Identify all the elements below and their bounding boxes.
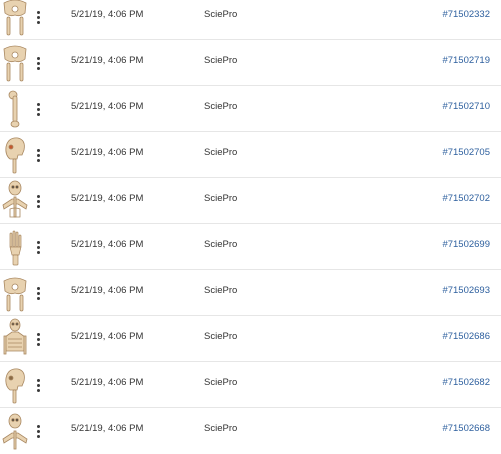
more-options-button[interactable] [32,236,44,258]
timestamp: 5/21/19, 4:06 PM [71,147,144,158]
item-id-link[interactable]: #71502686 [442,331,490,342]
list-item[interactable]: 5/21/19, 4:06 PM SciePro #71502710 [0,86,501,132]
skull-side-icon[interactable] [0,133,30,176]
list-item[interactable]: 5/21/19, 4:06 PM SciePro #71502705 [0,132,501,178]
femur-icon[interactable] [0,87,30,130]
more-options-button[interactable] [32,328,44,350]
more-options-button[interactable] [32,144,44,166]
list-item[interactable]: 5/21/19, 4:06 PM SciePro #71502693 [0,270,501,316]
item-id-link[interactable]: #71502705 [442,147,490,158]
hand-bones-icon[interactable] [0,225,30,268]
item-id-link[interactable]: #71502668 [442,423,490,434]
source-name: SciePro [204,147,238,158]
item-id-link[interactable]: #71502710 [442,101,490,112]
source-name: SciePro [204,423,238,434]
item-id-link[interactable]: #71502719 [442,55,490,66]
source-name: SciePro [204,331,238,342]
item-id-link[interactable]: #71502693 [442,285,490,296]
more-options-button[interactable] [32,52,44,74]
timestamp: 5/21/19, 4:06 PM [71,285,144,296]
item-id-link[interactable]: #71502699 [442,239,490,250]
list-item[interactable]: 5/21/19, 4:06 PM SciePro #71502702 [0,178,501,224]
skeleton-torso-icon[interactable] [0,179,30,222]
timestamp: 5/21/19, 4:06 PM [71,101,144,112]
timestamp: 5/21/19, 4:06 PM [71,239,144,250]
skull-side-icon[interactable] [0,363,30,406]
source-name: SciePro [204,193,238,204]
item-id-link[interactable]: #71502682 [442,377,490,388]
more-options-button[interactable] [32,282,44,304]
pelvis-icon[interactable] [0,41,30,84]
list-item[interactable]: 5/21/19, 4:06 PM SciePro #71502668 [0,408,501,454]
more-options-button[interactable] [32,374,44,396]
timestamp: 5/21/19, 4:06 PM [71,9,144,20]
list-item[interactable]: 5/21/19, 4:06 PM SciePro #71502686 [0,316,501,362]
source-name: SciePro [204,377,238,388]
item-id-link[interactable]: #71502702 [442,193,490,204]
source-name: SciePro [204,9,238,20]
more-options-button[interactable] [32,190,44,212]
source-name: SciePro [204,285,238,296]
pelvis-icon[interactable] [0,271,30,314]
list-item[interactable]: 5/21/19, 4:06 PM SciePro #71502699 [0,224,501,270]
more-options-button[interactable] [32,420,44,442]
results-list: 5/21/19, 4:06 PM SciePro #71502332 5/21/… [0,0,501,450]
list-item[interactable]: 5/21/19, 4:06 PM SciePro #71502719 [0,40,501,86]
timestamp: 5/21/19, 4:06 PM [71,423,144,434]
source-name: SciePro [204,101,238,112]
item-id-link[interactable]: #71502332 [442,9,490,20]
skeleton-torso-icon[interactable] [0,409,30,452]
list-item[interactable]: 5/21/19, 4:06 PM SciePro #71502682 [0,362,501,408]
more-options-button[interactable] [32,6,44,28]
timestamp: 5/21/19, 4:06 PM [71,377,144,388]
timestamp: 5/21/19, 4:06 PM [71,55,144,66]
list-item[interactable]: 5/21/19, 4:06 PM SciePro #71502332 [0,0,501,40]
timestamp: 5/21/19, 4:06 PM [71,193,144,204]
more-options-button[interactable] [32,98,44,120]
skeleton-torso-icon[interactable] [0,317,30,360]
source-name: SciePro [204,239,238,250]
source-name: SciePro [204,55,238,66]
pelvis-icon[interactable] [0,0,30,38]
timestamp: 5/21/19, 4:06 PM [71,331,144,342]
